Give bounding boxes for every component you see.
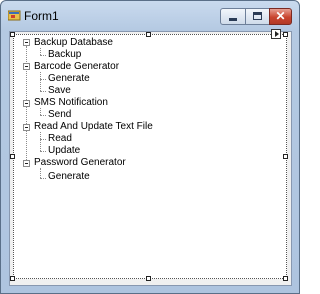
tree-node-backup[interactable]: Backup	[48, 49, 81, 61]
collapse-toggle-icon[interactable]	[23, 100, 30, 107]
tree-line	[40, 91, 46, 92]
tree-node-read[interactable]: Read	[48, 133, 72, 145]
resize-handle-middle-left[interactable]	[10, 154, 15, 159]
resize-handle-bottom-left[interactable]	[10, 276, 15, 281]
collapse-toggle-icon[interactable]	[23, 124, 30, 131]
tree-line	[40, 168, 41, 178]
tree-line	[40, 115, 46, 116]
tree-line	[40, 72, 41, 91]
tree-line	[40, 139, 46, 140]
collapse-toggle-icon[interactable]	[23, 39, 30, 46]
tree-line	[40, 55, 46, 56]
tree-node-generate[interactable]: Generate	[48, 73, 90, 85]
tree-node-sms-notification[interactable]: SMS Notification	[34, 97, 108, 109]
tree-line	[40, 178, 46, 179]
tree-node-password-generator[interactable]: Password Generator	[34, 157, 126, 169]
tree-line	[40, 48, 41, 55]
tree-line	[40, 79, 46, 80]
form-app-icon	[8, 10, 21, 21]
resize-handle-top-middle[interactable]	[146, 32, 151, 37]
tree-line	[40, 151, 46, 152]
resize-handle-bottom-middle[interactable]	[146, 276, 151, 281]
tree-node-save[interactable]: Save	[48, 85, 71, 97]
tree-node-read-and-update-text-file[interactable]: Read And Update Text File	[34, 121, 153, 133]
maximize-icon	[253, 12, 262, 20]
minimize-icon	[229, 18, 237, 21]
resize-handle-top-right[interactable]	[283, 32, 288, 37]
maximize-button[interactable]	[245, 8, 270, 25]
tree-line	[40, 108, 41, 115]
tree-line	[40, 132, 41, 151]
smart-tag-arrow-icon[interactable]	[271, 29, 281, 39]
tree-node-backup-database[interactable]: Backup Database	[34, 37, 113, 49]
tree-node-barcode-generator[interactable]: Barcode Generator	[34, 61, 119, 73]
close-button[interactable]: ✕	[269, 8, 292, 25]
tree-node-send[interactable]: Send	[48, 109, 71, 121]
collapse-toggle-icon[interactable]	[23, 63, 30, 70]
resize-handle-middle-right[interactable]	[283, 154, 288, 159]
resize-handle-bottom-right[interactable]	[283, 276, 288, 281]
tree-node-update[interactable]: Update	[48, 145, 80, 157]
resize-handle-top-left[interactable]	[10, 32, 15, 37]
minimize-button[interactable]	[220, 8, 246, 25]
collapse-toggle-icon[interactable]	[23, 160, 30, 167]
window-title: Form1	[24, 9, 59, 23]
close-icon: ✕	[275, 9, 286, 23]
title-bar[interactable]: Form1 ✕	[1, 1, 299, 29]
tree-node-generate[interactable]: Generate	[48, 171, 90, 183]
